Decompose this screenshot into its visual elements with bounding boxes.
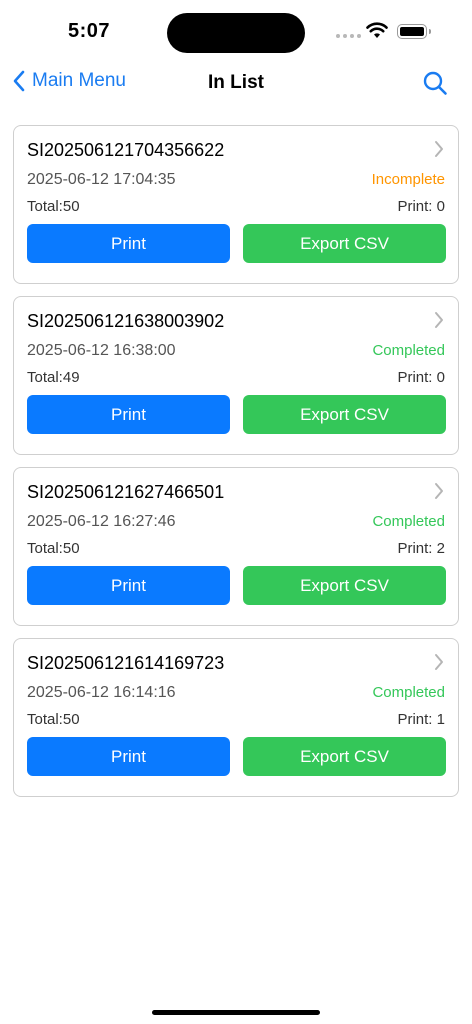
chevron-right-icon[interactable]: [434, 653, 444, 671]
record-card[interactable]: SI202506121638003902 2025-06-12 16:38:00…: [13, 296, 459, 455]
record-total: Total:50: [27, 198, 80, 215]
export-csv-button[interactable]: Export CSV: [243, 224, 446, 263]
navigation-bar: Main Menu In List: [0, 64, 472, 104]
record-total: Total:50: [27, 711, 80, 728]
status-time: 5:07: [68, 20, 111, 42]
record-print-count: Print: 0: [397, 369, 445, 386]
chevron-right-icon[interactable]: [434, 140, 444, 158]
status-badge: Completed: [372, 342, 445, 359]
export-csv-button[interactable]: Export CSV: [243, 737, 446, 776]
chevron-right-icon[interactable]: [434, 482, 444, 500]
record-id: SI202506121614169723: [27, 653, 225, 673]
wifi-icon: [366, 22, 388, 38]
search-button[interactable]: [422, 70, 448, 101]
search-icon: [423, 71, 447, 95]
record-date: 2025-06-12 16:38:00: [27, 342, 176, 359]
record-card[interactable]: SI202506121627466501 2025-06-12 16:27:46…: [13, 467, 459, 626]
record-total: Total:50: [27, 540, 80, 557]
battery-icon: [397, 24, 431, 39]
export-csv-button[interactable]: Export CSV: [243, 566, 446, 605]
record-date: 2025-06-12 16:27:46: [27, 513, 176, 530]
record-card[interactable]: SI202506121614169723 2025-06-12 16:14:16…: [13, 638, 459, 797]
export-csv-button[interactable]: Export CSV: [243, 395, 446, 434]
record-print-count: Print: 2: [397, 540, 445, 557]
print-button[interactable]: Print: [27, 566, 230, 605]
record-print-count: Print: 0: [397, 198, 445, 215]
dynamic-island: [167, 13, 305, 53]
record-id: SI202506121638003902: [27, 311, 225, 331]
status-badge: Incomplete: [371, 171, 445, 188]
print-button[interactable]: Print: [27, 737, 230, 776]
home-indicator: [152, 1010, 320, 1015]
chevron-right-icon[interactable]: [434, 311, 444, 329]
record-date: 2025-06-12 16:14:16: [27, 684, 176, 701]
print-button[interactable]: Print: [27, 224, 230, 263]
status-badge: Completed: [372, 684, 445, 701]
record-id: SI202506121704356622: [27, 140, 225, 160]
status-bar: 5:07: [0, 0, 472, 64]
record-id: SI202506121627466501: [27, 482, 225, 502]
record-print-count: Print: 1: [397, 711, 445, 728]
cellular-signal-icon: [336, 34, 361, 38]
page-title: In List: [208, 72, 264, 93]
print-button[interactable]: Print: [27, 395, 230, 434]
status-badge: Completed: [372, 513, 445, 530]
records-list: SI202506121704356622 2025-06-12 17:04:35…: [13, 125, 459, 809]
record-card[interactable]: SI202506121704356622 2025-06-12 17:04:35…: [13, 125, 459, 284]
record-date: 2025-06-12 17:04:35: [27, 171, 176, 188]
record-total: Total:49: [27, 369, 80, 386]
